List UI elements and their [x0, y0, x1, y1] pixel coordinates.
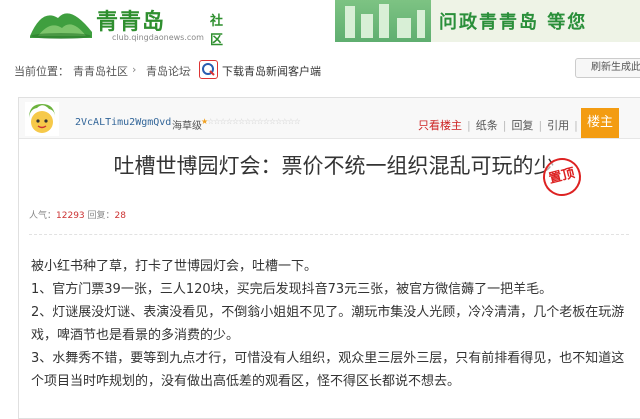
views-count: 12293 [56, 211, 85, 221]
post-container: 2VcALTimu2WgmQvd 海草级 ★☆☆☆☆☆☆☆☆☆☆☆☆☆☆☆ 只看… [18, 97, 640, 419]
site-domain: club.qingdaonews.com [112, 33, 204, 42]
breadcrumb-link-forum[interactable]: 青岛论坛 [146, 63, 190, 79]
post-stats: 人气：12293 回复：28 [29, 208, 126, 221]
post-actions: 只看楼主|纸条|回复|引用|编辑 [418, 117, 605, 133]
owner-badge: 楼主 [581, 108, 619, 138]
site-section: 社区 [210, 14, 224, 48]
divider [29, 234, 629, 235]
breadcrumb-separator: › [132, 63, 137, 76]
mountain-logo-icon [30, 13, 92, 39]
header-banner[interactable]: 问政青青岛 等您 [335, 0, 640, 42]
quote-link[interactable]: 引用 [547, 119, 569, 132]
site-name: 青青岛 [96, 10, 166, 35]
building-illustration [335, 0, 431, 42]
post-paragraph: 2、灯谜展没灯谜、表演没看见，不倒翁小姐姐不见了。潮玩市集没人光顾，冷冷清清，几… [31, 305, 625, 343]
banner-text: 问政青青岛 等您 [439, 12, 588, 33]
site-header: 青青岛 社区 club.qingdaonews.com 问政青青岛 等您 [0, 0, 640, 56]
replies-label: 回复： [87, 211, 115, 221]
post-content: 被小红书种了草，打卡了世博园灯会，吐槽一下。 1、官方门票39一张，三人120块… [31, 255, 631, 393]
post-paragraph: 被小红书种了草，打卡了世博园灯会，吐槽一下。 [31, 259, 318, 274]
site-logo[interactable]: 青青岛 社区 club.qingdaonews.com [28, 2, 233, 48]
views-label: 人气： [29, 211, 57, 221]
post-user-bar: 2VcALTimu2WgmQvd 海草级 ★☆☆☆☆☆☆☆☆☆☆☆☆☆☆☆ 只看… [19, 98, 640, 139]
breadcrumb-separator: › [187, 63, 192, 76]
username[interactable]: 2VcALTimu2WgmQvd [75, 117, 171, 128]
breadcrumb-link-community[interactable]: 青青岛社区 [73, 63, 128, 79]
breadcrumb: 当前位置： 青青岛社区 › 青岛论坛 › 下载青岛新闻客户端 刷新生成此页 [0, 56, 640, 82]
post-paragraph: 1、官方门票39一张，三人120块，买完后发现抖音73元三张，被官方微信薅了一把… [31, 282, 553, 297]
post-paragraph: 3、水舞秀不错，要等到九点才行，可惜没有人组织，观众里三层外三层，只有前排看得见… [31, 351, 625, 389]
note-link[interactable]: 纸条 [476, 119, 498, 132]
breadcrumb-label: 当前位置： [14, 65, 69, 78]
only-owner-link[interactable]: 只看楼主 [418, 119, 462, 132]
user-level: 海草级 [172, 121, 202, 132]
user-avatar[interactable] [25, 102, 59, 136]
level-stars: ★☆☆☆☆☆☆☆☆☆☆☆☆☆☆☆ [201, 117, 301, 126]
download-app-link[interactable]: 下载青岛新闻客户端 [222, 63, 321, 79]
refresh-page-button[interactable]: 刷新生成此页 [575, 58, 640, 78]
replies-count: 28 [114, 211, 126, 221]
news-app-icon[interactable] [199, 60, 218, 79]
reply-link[interactable]: 回复 [511, 119, 533, 132]
